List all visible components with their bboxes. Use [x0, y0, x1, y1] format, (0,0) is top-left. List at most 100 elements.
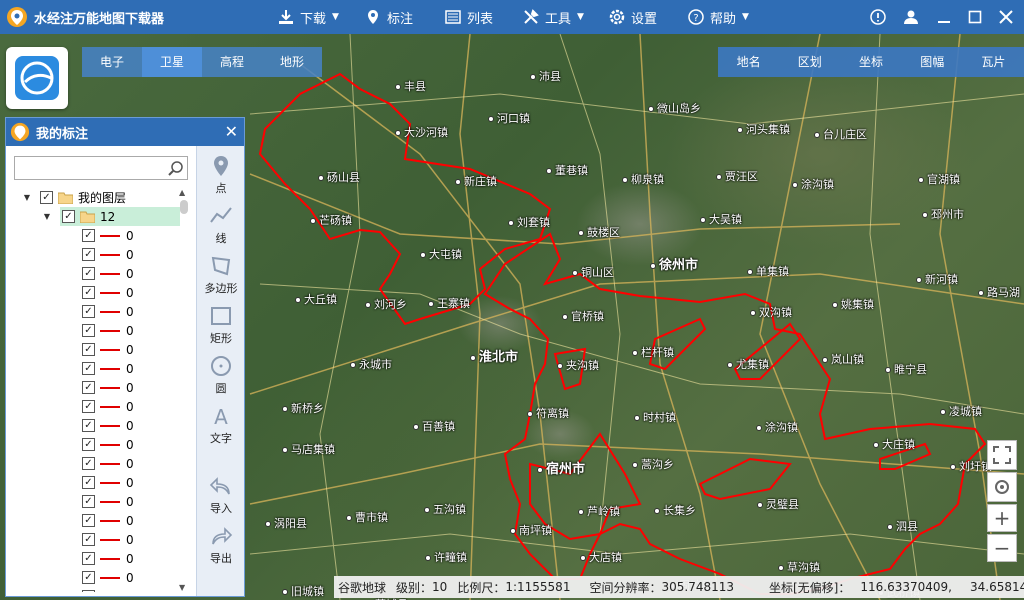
menu-download[interactable]: 下载 ▼: [278, 0, 339, 34]
search-input[interactable]: [15, 157, 165, 179]
checkbox[interactable]: ✓: [82, 324, 95, 337]
tool-point[interactable]: 点: [197, 154, 245, 196]
zoom-out-button[interactable]: −: [987, 534, 1017, 562]
tool-import[interactable]: 导入: [197, 474, 245, 516]
list-item[interactable]: ✓0: [6, 245, 196, 264]
list-item[interactable]: ✓0: [6, 587, 196, 592]
list-item[interactable]: ✓0: [6, 473, 196, 492]
search-icon[interactable]: [168, 160, 184, 176]
checkbox[interactable]: ✓: [82, 476, 95, 489]
place-label: 草沟镇: [778, 559, 820, 575]
list-item[interactable]: ✓0: [6, 340, 196, 359]
checkbox[interactable]: ✓: [82, 514, 95, 527]
checkbox[interactable]: ✓: [82, 305, 95, 318]
list-item[interactable]: ✓0: [6, 321, 196, 340]
tab-elevation[interactable]: 高程: [202, 47, 262, 77]
tab-map-sheets[interactable]: 图幅: [902, 47, 963, 77]
menu-mark[interactable]: 标注: [365, 0, 413, 34]
list-item[interactable]: ✓0: [6, 454, 196, 473]
tab-tiles[interactable]: 瓦片: [963, 47, 1024, 77]
info-icon[interactable]: [868, 7, 888, 27]
collapse-icon[interactable]: ▼: [42, 212, 52, 221]
list-item[interactable]: ✓0: [6, 511, 196, 530]
tool-circle[interactable]: 圆: [197, 354, 245, 396]
place-label: 微山岛乡: [648, 100, 701, 116]
collapse-icon[interactable]: ▼: [22, 193, 32, 202]
tree-root[interactable]: ▼ ✓ 我的图层: [6, 188, 196, 207]
tool-polygon[interactable]: 多边形: [197, 254, 245, 296]
place-label: 栏杆镇: [632, 344, 674, 360]
checkbox[interactable]: ✓: [82, 495, 95, 508]
minimize-icon[interactable]: [934, 7, 954, 27]
list-item[interactable]: ✓0: [6, 359, 196, 378]
checkbox[interactable]: ✓: [82, 457, 95, 470]
checkbox[interactable]: ✓: [40, 191, 53, 204]
tab-terrain[interactable]: 地形: [262, 47, 322, 77]
tool-rectangle[interactable]: 矩形: [197, 304, 245, 346]
menu-list[interactable]: 列表: [445, 0, 493, 34]
checkbox[interactable]: ✓: [82, 362, 95, 375]
close-icon[interactable]: ✕: [225, 122, 238, 141]
close-icon[interactable]: [996, 7, 1016, 27]
tool-line[interactable]: 线: [197, 204, 245, 246]
line-style-swatch: [100, 405, 120, 408]
checkbox[interactable]: ✓: [82, 533, 95, 546]
menu-tools[interactable]: 工具 ▼: [523, 0, 584, 34]
list-item[interactable]: ✓0: [6, 492, 196, 511]
tab-satellite[interactable]: 卫星: [142, 47, 202, 77]
draw-toolbar: 点 线 多边形 矩形 圆 A 文字 导入 导出: [196, 146, 244, 596]
checkbox[interactable]: ✓: [82, 438, 95, 451]
tab-electronic[interactable]: 电子: [82, 47, 142, 77]
line-style-swatch: [100, 291, 120, 294]
checkbox[interactable]: ✓: [82, 400, 95, 413]
tree-scrollbar[interactable]: ▲ ▼: [178, 188, 190, 592]
scroll-up-icon[interactable]: ▲: [179, 188, 185, 197]
list-item[interactable]: ✓0: [6, 568, 196, 587]
menu-settings[interactable]: 设置: [609, 0, 657, 34]
checkbox[interactable]: ✓: [82, 552, 95, 565]
list-item[interactable]: ✓0: [6, 264, 196, 283]
globe-button[interactable]: [6, 47, 68, 109]
list-item[interactable]: ✓0: [6, 226, 196, 245]
checkbox[interactable]: ✓: [82, 286, 95, 299]
checkbox[interactable]: ✓: [82, 248, 95, 261]
list-item[interactable]: ✓0: [6, 397, 196, 416]
checkbox[interactable]: ✓: [82, 571, 95, 584]
list-item[interactable]: ✓0: [6, 416, 196, 435]
scroll-down-icon[interactable]: ▼: [179, 583, 185, 592]
list-item[interactable]: ✓0: [6, 378, 196, 397]
menu-help[interactable]: ? 帮助 ▼: [688, 0, 749, 34]
tab-divisions[interactable]: 区划: [779, 47, 840, 77]
checkbox[interactable]: ✓: [82, 229, 95, 242]
tool-text[interactable]: A 文字: [197, 404, 245, 446]
list-item[interactable]: ✓0: [6, 283, 196, 302]
user-icon[interactable]: [901, 7, 921, 27]
chevron-down-icon: ▼: [742, 12, 749, 22]
fullscreen-button[interactable]: [987, 440, 1017, 470]
tab-place-names[interactable]: 地名: [718, 47, 779, 77]
checkbox[interactable]: ✓: [82, 343, 95, 356]
checkbox[interactable]: ✓: [82, 419, 95, 432]
tool-export[interactable]: 导出: [197, 524, 245, 566]
place-marker-icon: [425, 555, 431, 561]
locate-button[interactable]: [987, 472, 1017, 502]
list-item-label: 0: [126, 380, 134, 395]
list-item[interactable]: ✓0: [6, 302, 196, 321]
checkbox[interactable]: ✓: [82, 381, 95, 394]
maximize-icon[interactable]: [965, 7, 985, 27]
list-item[interactable]: ✓0: [6, 530, 196, 549]
zoom-level: 10: [432, 580, 448, 594]
list-item[interactable]: ✓0: [6, 435, 196, 454]
place-marker-icon: [488, 116, 494, 122]
place-marker-icon: [750, 310, 756, 316]
tree-folder[interactable]: ▼ ✓ 12: [6, 207, 196, 226]
list-item[interactable]: ✓0: [6, 549, 196, 568]
place-label: 睢宁县: [885, 361, 927, 377]
scroll-thumb[interactable]: [180, 200, 188, 214]
checkbox[interactable]: ✓: [82, 590, 95, 592]
checkbox[interactable]: ✓: [82, 267, 95, 280]
line-style-swatch: [100, 500, 120, 503]
checkbox[interactable]: ✓: [62, 210, 75, 223]
zoom-in-button[interactable]: +: [987, 504, 1017, 532]
tab-coordinates[interactable]: 坐标: [840, 47, 901, 77]
